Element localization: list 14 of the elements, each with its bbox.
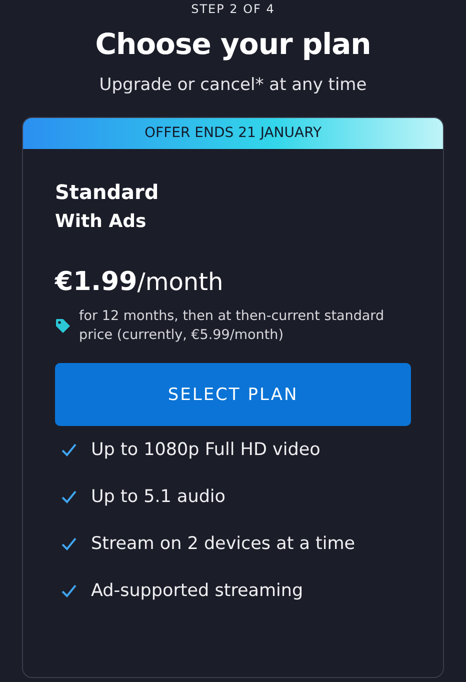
feature-text: Up to 1080p Full HD video	[91, 440, 320, 460]
offer-banner: OFFER ENDS 21 JANUARY	[23, 118, 443, 149]
plan-price: €1.99/month	[55, 267, 224, 297]
plan-name: Standard	[55, 179, 160, 205]
price-note: for 12 months, then at then-current standard price (currently, €5.99/month)	[79, 307, 386, 345]
plan-variant-label: With Ads	[55, 210, 148, 234]
subtitle: Upgrade or cancel* at any time	[99, 74, 367, 97]
feature-text: Ad-supported streaming	[91, 580, 304, 600]
step-indicator: STEP 2 OF 4	[191, 2, 275, 17]
page-title: Choose your plan	[95, 26, 371, 63]
feature-text: Up to 5.1 audio	[91, 486, 226, 506]
select-plan-button[interactable]: SELECT PLAN	[55, 363, 411, 426]
feature-text: Stream on 2 devices at a time	[91, 534, 356, 554]
tag-icon	[55, 318, 71, 334]
